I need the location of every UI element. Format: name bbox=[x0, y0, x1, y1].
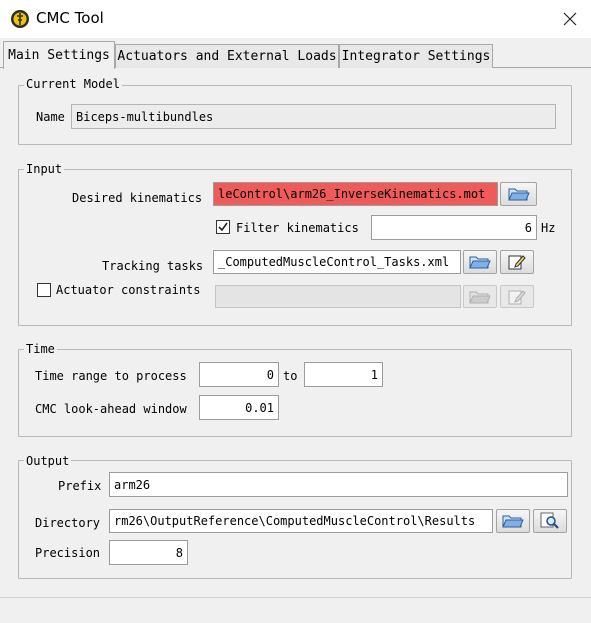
directory-label: Directory bbox=[35, 516, 101, 530]
tab-main-settings[interactable]: Main Settings bbox=[3, 41, 115, 69]
window-title: CMC Tool bbox=[36, 9, 104, 27]
input-legend: Input bbox=[24, 162, 65, 176]
time-range-end-field[interactable]: 1 bbox=[304, 362, 383, 387]
output-legend: Output bbox=[24, 454, 72, 468]
tracking-tasks-label: Tracking tasks bbox=[102, 259, 204, 273]
folder-open-icon bbox=[507, 188, 530, 201]
close-button[interactable] bbox=[552, 3, 588, 35]
tab-label: Main Settings bbox=[8, 48, 110, 63]
lookahead-window-field[interactable]: 0.01 bbox=[199, 395, 279, 420]
time-group bbox=[18, 349, 572, 437]
desired-kinematics-label: Desired kinematics bbox=[72, 191, 203, 205]
time-range-label: Time range to process bbox=[35, 369, 187, 383]
checkmark-icon bbox=[218, 222, 228, 232]
folder-open-icon bbox=[469, 291, 491, 303]
desired-kinematics-field[interactable]: leControl\arm26_InverseKinematics.mot bbox=[213, 182, 498, 206]
browse-actuator-constraints-button bbox=[463, 285, 497, 308]
folder-open-icon bbox=[502, 515, 524, 528]
directory-field[interactable]: rm26\OutputReference\ComputedMuscleContr… bbox=[109, 509, 493, 533]
close-icon bbox=[563, 12, 577, 26]
filter-kinematics-checkbox[interactable] bbox=[216, 220, 230, 234]
model-name-label: Name bbox=[36, 110, 65, 124]
time-legend: Time bbox=[24, 342, 57, 356]
edit-tracking-tasks-button[interactable] bbox=[500, 250, 534, 274]
tab-label: Integrator Settings bbox=[341, 49, 491, 64]
current-model-legend: Current Model bbox=[24, 77, 122, 91]
time-range-start-field[interactable]: 0 bbox=[199, 362, 279, 387]
actuator-constraints-field bbox=[215, 285, 461, 308]
edit-icon bbox=[508, 255, 526, 270]
lookahead-window-label: CMC look-ahead window bbox=[35, 402, 187, 416]
precision-label: Precision bbox=[35, 546, 101, 560]
actuator-constraints-checkbox[interactable] bbox=[37, 283, 51, 297]
edit-actuator-constraints-button bbox=[500, 285, 534, 308]
filter-kinematics-label: Filter kinematics bbox=[236, 221, 359, 235]
filter-frequency-field[interactable]: 6 bbox=[371, 215, 537, 240]
cmc-tool-icon bbox=[10, 9, 30, 29]
browse-directory-button[interactable] bbox=[496, 509, 530, 533]
tab-label: Actuators and External Loads bbox=[117, 49, 337, 64]
edit-icon bbox=[508, 289, 526, 304]
model-name-field: Biceps-multibundles bbox=[71, 104, 556, 129]
precision-field[interactable]: 8 bbox=[109, 540, 188, 565]
actuator-constraints-label: Actuator constraints bbox=[56, 283, 201, 297]
browse-desired-kinematics-button[interactable] bbox=[500, 182, 537, 206]
tab-actuators-external-loads[interactable]: Actuators and External Loads bbox=[115, 44, 339, 68]
tab-integrator-settings[interactable]: Integrator Settings bbox=[339, 44, 493, 68]
time-range-to-label: to bbox=[283, 369, 298, 383]
filter-unit-label: Hz bbox=[541, 221, 556, 235]
browse-tracking-tasks-button[interactable] bbox=[463, 250, 497, 274]
prefix-field[interactable]: arm26 bbox=[109, 472, 568, 497]
folder-open-icon bbox=[469, 256, 491, 269]
view-directory-button[interactable] bbox=[533, 509, 567, 533]
magnifier-icon bbox=[540, 512, 559, 529]
tracking-tasks-field[interactable]: _ComputedMuscleControl_Tasks.xml bbox=[213, 250, 461, 274]
dialog-bottom-divider bbox=[0, 597, 591, 598]
prefix-label: Prefix bbox=[58, 479, 102, 493]
